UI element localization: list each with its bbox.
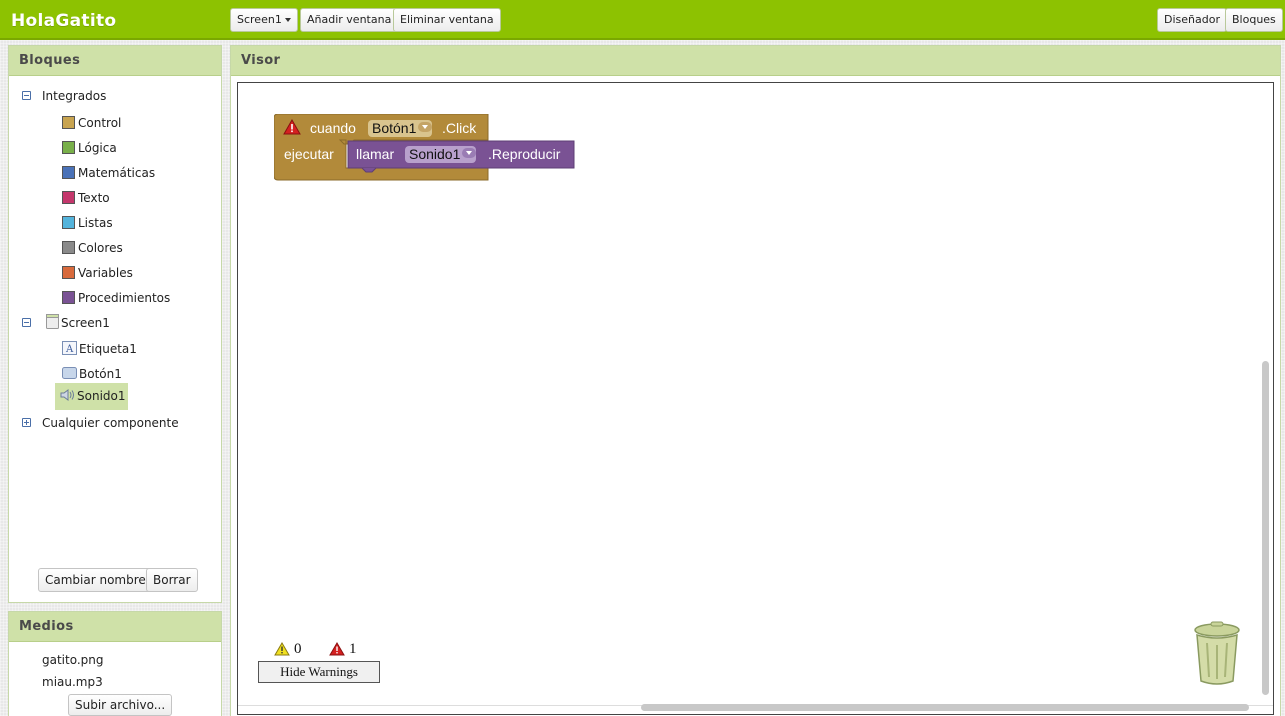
colors-color-icon: [62, 241, 75, 254]
event-name: .Click: [442, 120, 477, 136]
control-color-icon: [62, 116, 75, 129]
viewer-panel-title: Visor: [231, 46, 1280, 76]
tree-item-label1-label: Etiqueta1: [79, 342, 137, 356]
tree-item-builtin[interactable]: Integrados: [22, 86, 106, 106]
warning-count: 0: [294, 641, 302, 657]
top-bar: HolaGatito Screen1 Añadir ventana Elimin…: [0, 0, 1285, 40]
tree-item-screen-label: Screen1: [61, 316, 110, 330]
drawer-logic-label: Lógica: [78, 141, 117, 155]
component-dropdown-sound1[interactable]: Sonido1: [405, 146, 477, 163]
drawer-lists[interactable]: Listas: [62, 213, 113, 233]
when-keyword: cuando: [310, 120, 356, 136]
vertical-scrollbar[interactable]: [1262, 361, 1269, 695]
chevron-down-icon: [284, 18, 291, 22]
media-panel-title: Medios: [9, 612, 221, 642]
tree-item-any-component[interactable]: Cualquier componente: [22, 413, 179, 433]
drawer-text[interactable]: Texto: [62, 188, 110, 208]
variables-color-icon: [62, 266, 75, 279]
tree-item-sound1-label: Sonido1: [77, 389, 126, 403]
sound-icon: [60, 389, 74, 401]
drawer-colors-label: Colores: [78, 241, 123, 255]
blocks-button[interactable]: Bloques: [1225, 8, 1283, 32]
upload-file-button[interactable]: Subir archivo...: [68, 694, 173, 716]
drawer-variables-label: Variables: [78, 266, 133, 280]
drawer-control-label: Control: [78, 116, 122, 130]
method-name: .Reproducir: [488, 146, 561, 162]
component-dropdown-label: Botón1: [372, 120, 417, 136]
tree-item-label1[interactable]: A Etiqueta1: [62, 339, 137, 359]
media-file-item[interactable]: gatito.png: [42, 650, 104, 670]
drawer-control[interactable]: Control: [62, 113, 121, 133]
error-icon[interactable]: [329, 642, 345, 656]
drawer-math-label: Matemáticas: [78, 166, 156, 180]
media-file-item[interactable]: miau.mp3: [42, 672, 103, 692]
warning-icon[interactable]: [274, 642, 290, 656]
media-panel: Medios gatito.png miau.mp3 Subir archivo…: [8, 611, 222, 716]
designer-button[interactable]: Diseñador: [1157, 8, 1227, 32]
do-keyword: ejecutar: [284, 146, 334, 162]
text-color-icon: [62, 191, 75, 204]
drawer-math[interactable]: Matemáticas: [62, 163, 155, 183]
drawer-procedures[interactable]: Procedimientos: [62, 288, 170, 308]
trash-icon[interactable]: [1192, 621, 1242, 687]
horizontal-scrollbar[interactable]: [641, 704, 1249, 711]
math-color-icon: [62, 166, 75, 179]
remove-screen-button[interactable]: Eliminar ventana: [393, 8, 501, 32]
svg-text:A: A: [65, 344, 74, 355]
chevron-down-icon: [418, 122, 433, 132]
logic-color-icon: [62, 141, 75, 154]
button-icon: [62, 367, 77, 379]
blocks-workspace[interactable]: cuando Botón1 .Click ejecutar llamar Son…: [237, 82, 1274, 715]
call-keyword: llamar: [356, 146, 395, 162]
error-icon[interactable]: [283, 119, 301, 135]
expand-icon[interactable]: [22, 418, 31, 427]
blocks-panel-title: Bloques: [9, 46, 221, 76]
screen-select-label: Screen1: [237, 13, 282, 26]
drawer-logic[interactable]: Lógica: [62, 138, 117, 158]
drawer-colors[interactable]: Colores: [62, 238, 123, 258]
delete-button[interactable]: Borrar: [146, 568, 198, 592]
drawer-procedures-label: Procedimientos: [78, 291, 171, 305]
add-screen-button[interactable]: Añadir ventana: [300, 8, 399, 32]
component-dropdown-button1[interactable]: Botón1: [368, 120, 433, 137]
tree-item-sound1[interactable]: Sonido1: [55, 383, 128, 410]
rename-button[interactable]: Cambiar nombre: [38, 568, 153, 592]
drawer-lists-label: Listas: [78, 216, 113, 230]
procedures-color-icon: [62, 291, 75, 304]
collapse-icon[interactable]: [22, 318, 31, 327]
drawer-variables[interactable]: Variables: [62, 263, 133, 283]
chevron-down-icon: [462, 148, 477, 158]
tree-item-any-component-label: Cualquier componente: [42, 416, 179, 430]
drawer-text-label: Texto: [78, 191, 110, 205]
app-title: HolaGatito: [11, 11, 117, 31]
label-icon: A: [62, 341, 77, 355]
component-dropdown-label: Sonido1: [409, 146, 461, 162]
lists-color-icon: [62, 216, 75, 229]
hide-warnings-button[interactable]: Hide Warnings: [258, 661, 380, 683]
collapse-icon[interactable]: [22, 91, 31, 100]
blocks-panel: Bloques Integrados Control Lógica Matemá…: [8, 45, 222, 603]
tree-item-button1[interactable]: Botón1: [62, 364, 122, 384]
tree-item-button1-label: Botón1: [79, 367, 122, 381]
screen-select-button[interactable]: Screen1: [230, 8, 298, 32]
tree-item-screen[interactable]: Screen1: [22, 313, 110, 333]
tree-item-builtin-label: Integrados: [42, 89, 107, 103]
error-count: 1: [349, 641, 357, 657]
screen-icon: [46, 314, 59, 329]
